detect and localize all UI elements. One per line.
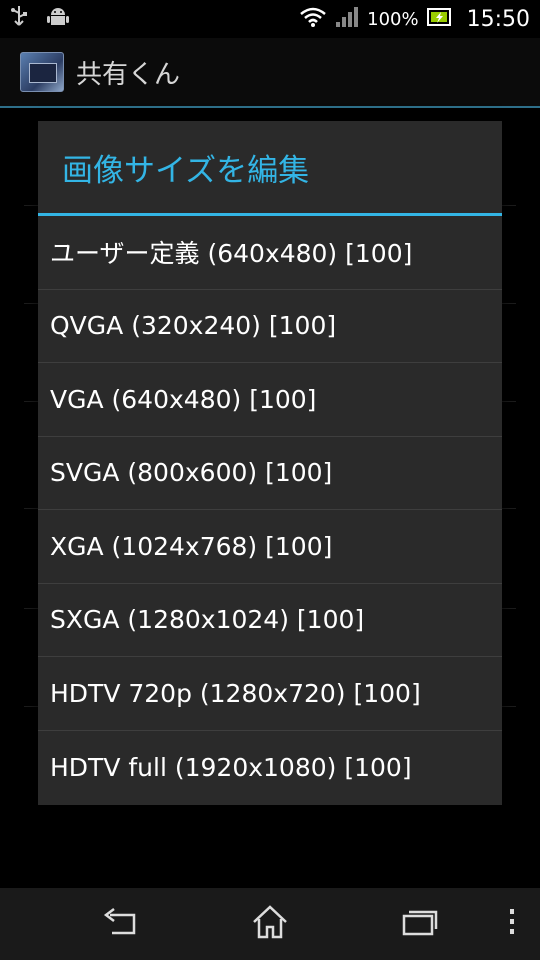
app-logo-icon — [20, 52, 64, 92]
app-title: 共有くん — [76, 59, 181, 90]
home-button[interactable] — [250, 904, 290, 944]
home-icon — [250, 904, 290, 944]
back-button[interactable] — [100, 904, 140, 944]
option-hdtv-720p[interactable]: HDTV 720p (1280x720) [100] — [38, 657, 502, 731]
menu-icon — [507, 907, 517, 941]
menu-button[interactable] — [492, 904, 532, 944]
option-qvga[interactable]: QVGA (320x240) [100] — [38, 290, 502, 363]
wifi-icon — [299, 6, 327, 32]
recent-apps-button[interactable] — [400, 904, 440, 944]
signal-icon — [335, 6, 359, 32]
clock: 15:50 — [466, 6, 530, 32]
option-svga[interactable]: SVGA (800x600) [100] — [38, 437, 502, 510]
option-xga[interactable]: XGA (1024x768) [100] — [38, 510, 502, 584]
battery-percent: 100% — [367, 8, 419, 30]
back-icon — [100, 907, 140, 941]
android-debug-icon — [46, 5, 70, 33]
navigation-bar — [0, 888, 540, 960]
option-user-defined[interactable]: ユーザー定義 (640x480) [100] — [38, 216, 502, 290]
usb-icon — [10, 5, 28, 33]
dialog-title: 画像サイズを編集 — [38, 121, 502, 216]
option-sxga[interactable]: SXGA (1280x1024) [100] — [38, 584, 502, 657]
app-action-bar: 共有くん — [0, 38, 540, 108]
battery-charging-icon — [426, 8, 453, 30]
status-bar: 100% 15:50 — [0, 0, 540, 38]
recent-apps-icon — [401, 907, 439, 941]
image-size-dialog: 画像サイズを編集 ユーザー定義 (640x480) [100] QVGA (32… — [38, 121, 502, 805]
option-hdtv-full[interactable]: HDTV full (1920x1080) [100] — [38, 731, 502, 805]
option-vga[interactable]: VGA (640x480) [100] — [38, 363, 502, 437]
